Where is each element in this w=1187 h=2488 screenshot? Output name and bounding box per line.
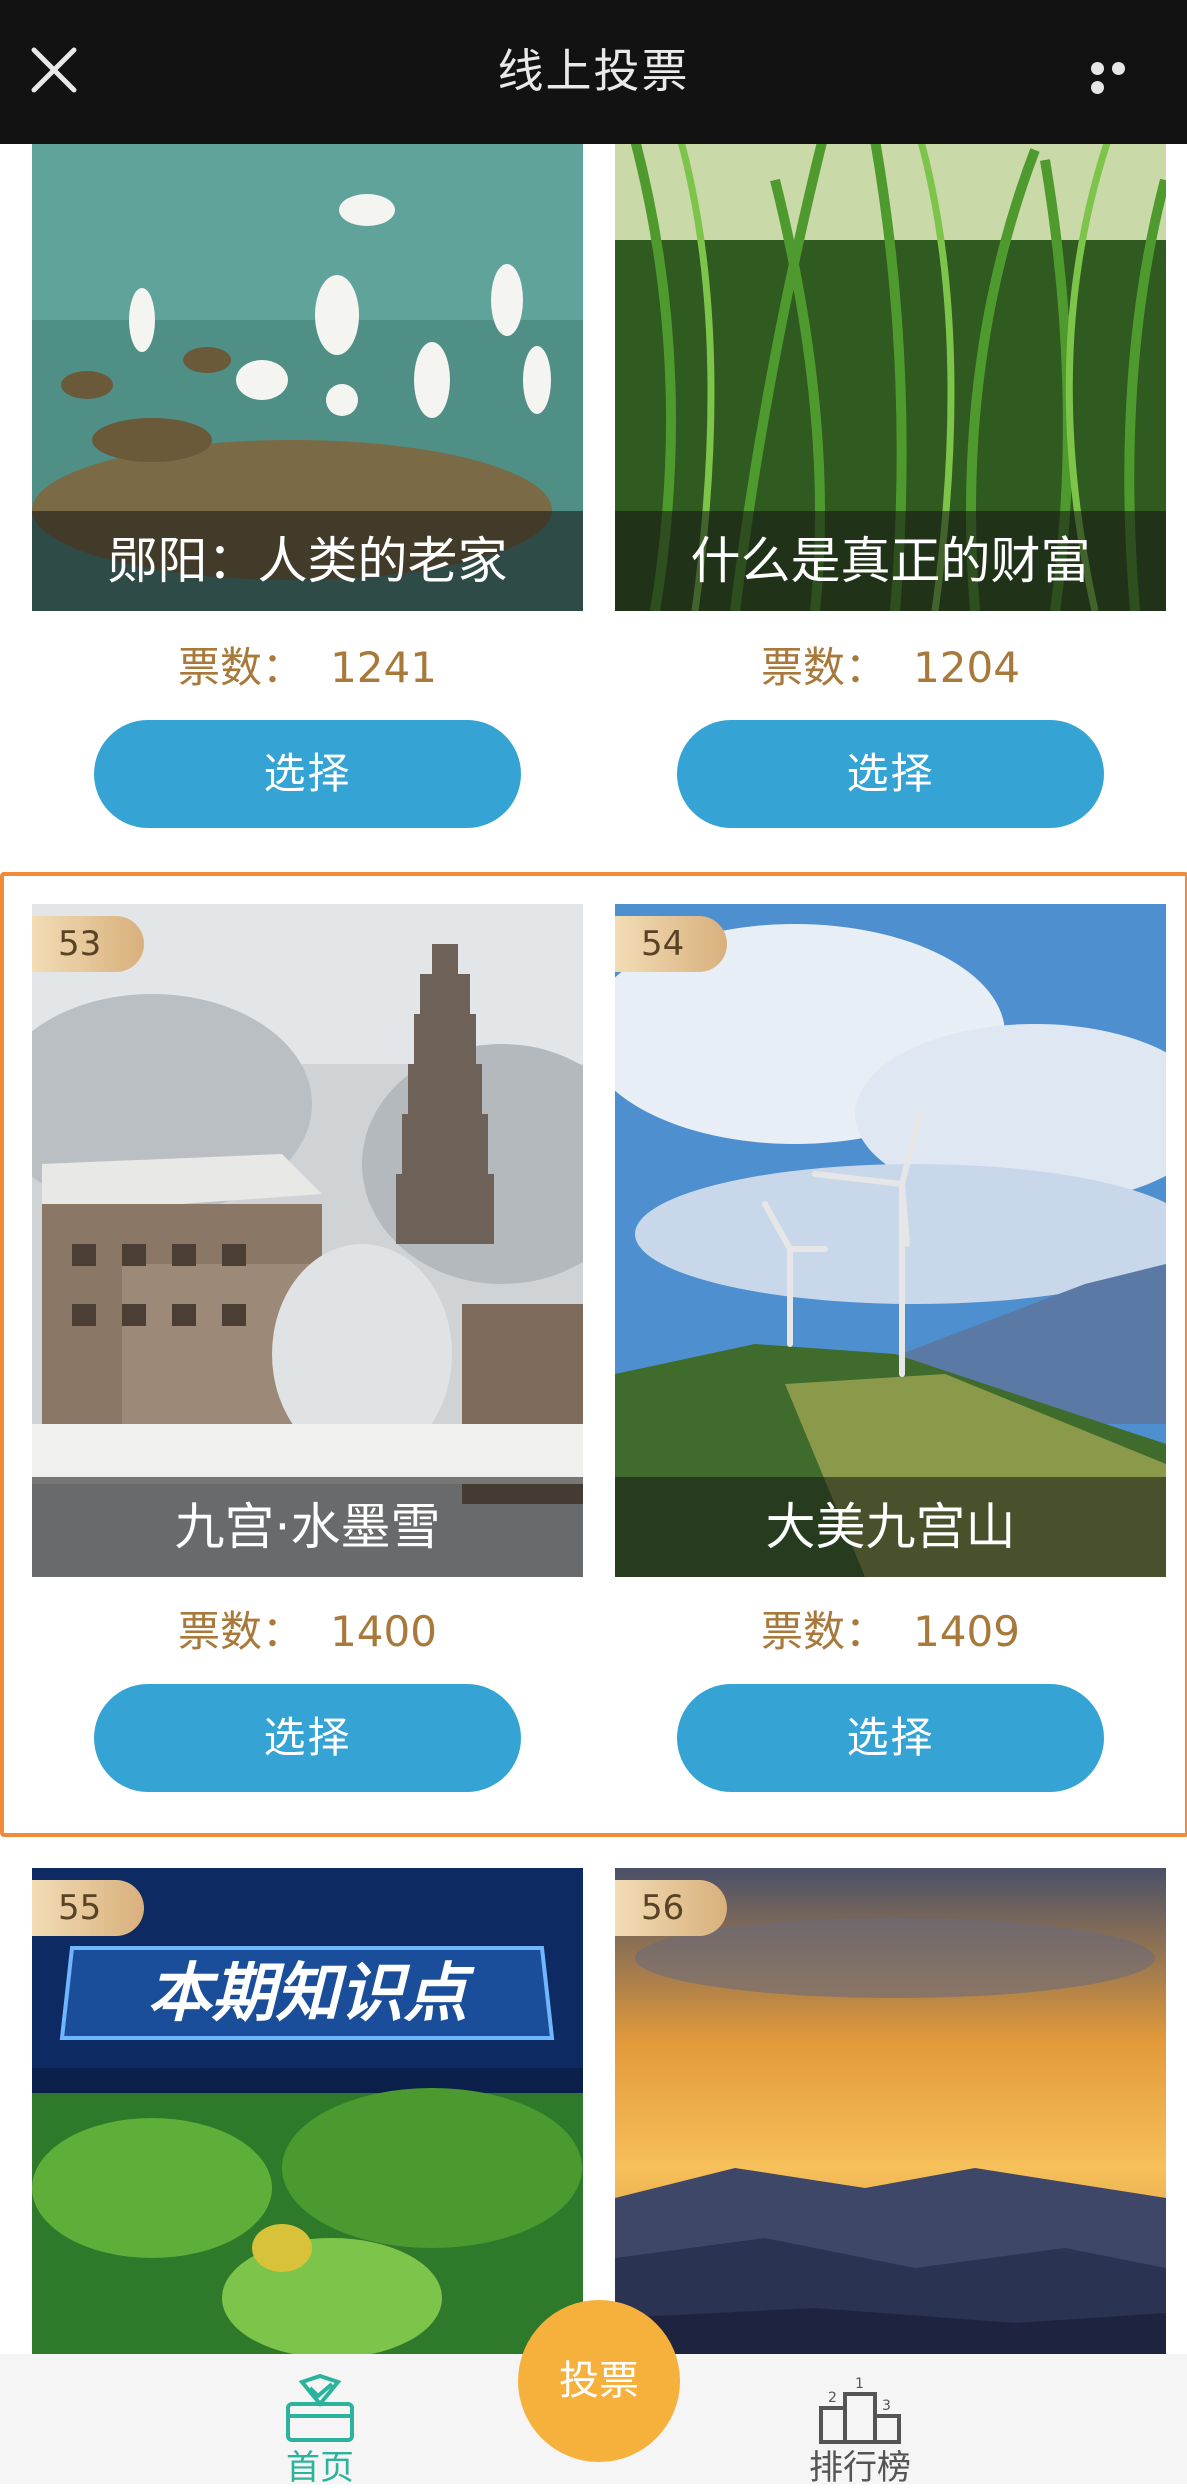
video-title: 大美九宫山 [615, 1477, 1166, 1577]
select-button[interactable]: 选择 [677, 1684, 1104, 1792]
rank-badge: 55 [32, 1880, 144, 1936]
video-title: 九宫·水墨雪 [32, 1477, 583, 1577]
select-button[interactable]: 选择 [94, 1684, 521, 1792]
nav-home-label: 首页 [286, 2448, 354, 2488]
top-bar: 线上投票 [0, 0, 1187, 144]
select-button[interactable]: 选择 [677, 720, 1104, 828]
rank-badge: 54 [615, 916, 727, 972]
svg-text:1: 1 [855, 2376, 864, 2392]
video-thumbnail[interactable]: 54 大美九宫山 [615, 904, 1166, 1577]
video-thumbnail[interactable]: 56 [615, 1868, 1166, 2368]
select-button[interactable]: 选择 [94, 720, 521, 828]
vote-count: 票数： 1204 [761, 643, 1020, 692]
banner-text: 本期知识点 [147, 1957, 468, 2031]
vote-count: 票数： 1409 [761, 1607, 1020, 1656]
svg-text:2: 2 [828, 2390, 837, 2406]
rank-badge: 56 [615, 1880, 727, 1936]
sunset-mountains-image [615, 1868, 1166, 2368]
video-thumbnail[interactable]: 郧阳：人类的老家 [32, 120, 583, 611]
vote-count: 票数： 1400 [178, 1607, 437, 1656]
more-icon[interactable] [1091, 60, 1151, 94]
video-thumbnail[interactable]: 什么是真正的财富 [615, 120, 1166, 611]
vote-button[interactable]: 投票 [518, 2300, 680, 2462]
nav-home[interactable]: 首页 [250, 2373, 390, 2488]
knowledge-point-image [32, 1868, 583, 2368]
nav-ranking-label: 排行榜 [809, 2448, 911, 2488]
video-thumbnail[interactable]: 本期知识点 55 [32, 1868, 583, 2368]
ballot-box-icon [286, 2373, 354, 2442]
page-title: 线上投票 [497, 44, 690, 98]
video-title: 郧阳：人类的老家 [32, 511, 583, 611]
video-title: 什么是真正的财富 [615, 511, 1166, 611]
video-thumbnail[interactable]: 53 九宫·水墨雪 [32, 904, 583, 1577]
rank-badge: 53 [32, 916, 144, 972]
podium-icon: 2 1 3 [819, 2376, 901, 2444]
vote-count: 票数： 1241 [178, 643, 437, 692]
nav-ranking[interactable]: 2 1 3 排行榜 [790, 2368, 930, 2488]
svg-text:3: 3 [882, 2398, 891, 2414]
